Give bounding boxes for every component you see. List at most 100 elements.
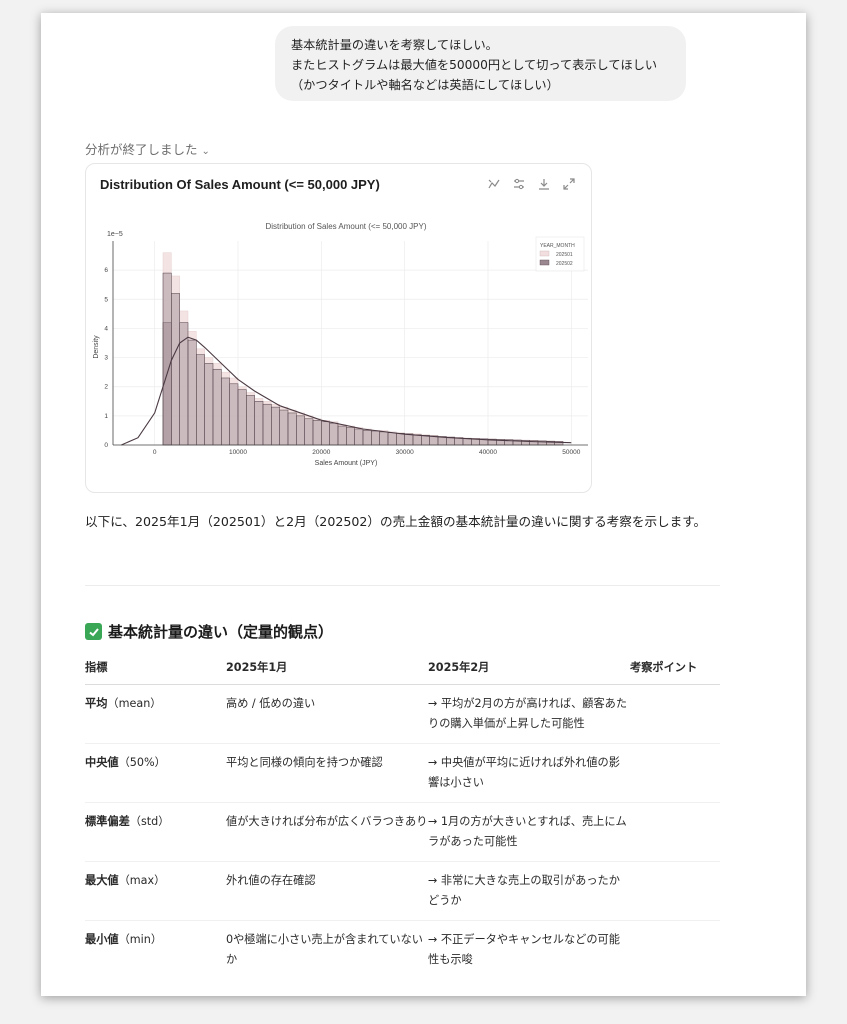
table-row: 平均（mean） 高め / 低めの違い → 平均が2月の方が高ければ、顧客あたり… <box>85 684 720 744</box>
metric-sub: （min） <box>118 933 163 946</box>
chart-legend: YEAR_MONTH 202501 202502 <box>535 236 585 272</box>
legend-title: YEAR_MONTH <box>540 243 575 249</box>
table-cell <box>630 921 720 980</box>
filter-icon[interactable] <box>511 176 527 192</box>
histogram-bar-202502 <box>262 403 272 446</box>
metric-name: 平均 <box>85 697 108 710</box>
table-row: 最小値（min） 0や極端に小さい売上が含まれていないか → 不正データやキャン… <box>85 921 720 980</box>
user-message-line: 基本統計量の違いを考察してほしい。 <box>291 38 498 52</box>
stats-table: 指標 2025年1月 2025年2月 考察ポイント 平均（mean） 高め / … <box>85 654 720 979</box>
table-cell-metric: 中央値（50%） <box>85 743 226 803</box>
chart-card-title: Distribution Of Sales Amount (<= 50,000 … <box>100 177 380 192</box>
y-tick-label: 1 <box>104 413 108 420</box>
histogram-bar-202502 <box>304 418 314 446</box>
table-cell-metric: 最小値（min） <box>85 921 226 980</box>
legend-swatch-202502 <box>539 259 550 266</box>
histogram-bar-202502 <box>337 425 347 446</box>
table-row: 標準偏差（std） 値が大きければ分布が広くバラつきあり → 1月の方が大きいと… <box>85 802 720 862</box>
metric-name: 中央値 <box>85 756 119 769</box>
section-title: 基本統計量の違い（定量的観点） <box>108 623 334 641</box>
y-axis-label: Density <box>93 335 100 359</box>
y-tick-label: 5 <box>104 296 108 303</box>
histogram-bar-202502 <box>279 409 289 446</box>
legend-entry: 202501 <box>556 252 573 258</box>
section-heading: 基本統計量の違い（定量的観点） <box>85 621 333 642</box>
histogram-bar-202502 <box>237 389 247 446</box>
download-icon[interactable] <box>536 176 552 192</box>
y-scale-label: 1e−5 <box>107 231 123 238</box>
histogram-bar-202502 <box>396 433 405 446</box>
table-cell <box>630 684 720 744</box>
table-header: 指標 <box>85 654 226 685</box>
x-tick-label: 0 <box>153 449 157 456</box>
user-message-bubble: 基本統計量の違いを考察してほしい。 またヒストグラムは最大値を50000円として… <box>275 26 686 101</box>
histogram-bar-202502 <box>196 354 205 446</box>
histogram-bar-202502 <box>221 377 230 446</box>
histogram-bar-202502 <box>271 406 280 446</box>
histogram-bar-202502 <box>204 363 214 446</box>
histogram-bar-202502 <box>354 428 364 446</box>
table-cell: → 不正データやキャンセルなどの可能性も示唆 <box>428 933 620 966</box>
chart-toolbar <box>486 176 577 192</box>
summary-paragraph: 以下に、2025年1月（202501）と2月（202502）の売上金額の基本統計… <box>85 514 707 529</box>
histogram-bar-202502 <box>329 422 339 446</box>
histogram-bar-202502 <box>212 368 222 446</box>
analysis-status-toggle[interactable]: 分析が終了しました ⌄ <box>85 139 210 158</box>
table-cell: 平均と同様の傾向を持つか確認 <box>226 743 428 803</box>
x-tick-label: 30000 <box>396 449 414 456</box>
histogram-bar-202502 <box>229 383 239 446</box>
histogram-bar-202502 <box>412 434 422 446</box>
table-cell: → 中央値が平均に近ければ外れ値の影響は小さい <box>428 743 630 803</box>
table-cell: → 平均が2月の方が高ければ、顧客あたりの購入単価が上昇した可能性 <box>428 684 630 744</box>
histogram-bar-202502 <box>179 322 189 446</box>
histogram-bar-202502 <box>379 431 389 446</box>
histogram-bar-202502 <box>287 412 297 446</box>
histogram-bar-202502 <box>246 395 255 446</box>
metric-sub: （max） <box>118 874 166 887</box>
metric-sub: （std） <box>129 815 170 828</box>
table-header: 考察ポイント <box>630 654 720 685</box>
histogram-bar-202502 <box>254 401 264 446</box>
x-tick-label: 10000 <box>229 449 247 456</box>
table-cell-metric: 最大値（max） <box>85 861 226 921</box>
chart-card: Distribution Of Sales Amount (<= 50,000 … <box>85 163 592 493</box>
expand-icon[interactable] <box>561 176 577 192</box>
histogram-bar-202502 <box>387 432 397 446</box>
histogram-bar-202502 <box>162 272 172 446</box>
table-cell <box>630 802 720 862</box>
y-tick-label: 3 <box>104 355 108 362</box>
histogram-bar-202502 <box>312 419 322 446</box>
table-row: 中央値（50%） 平均と同様の傾向を持つか確認 → 中央値が平均に近ければ外れ値… <box>85 743 720 803</box>
table-cell <box>630 743 720 803</box>
table-row: 最大値（max） 外れ値の存在確認 → 非常に大きな売上の取引があったかどうか <box>85 861 720 921</box>
histogram-bar-202502 <box>404 433 414 446</box>
histogram-bar-202502 <box>362 430 372 446</box>
analysis-status-label: 分析が終了しました <box>85 142 198 157</box>
x-axis-label: Sales Amount (JPY) <box>315 460 378 467</box>
chart-type-icon[interactable] <box>486 176 502 192</box>
section-divider <box>85 585 720 586</box>
table-cell <box>630 861 720 921</box>
table-header-row: 指標 2025年1月 2025年2月 考察ポイント <box>85 654 720 685</box>
metric-name: 最小値 <box>85 933 119 946</box>
table-cell: 0や極端に小さい売上が含まれていないか <box>226 933 423 966</box>
histogram-bar-202502 <box>346 427 355 446</box>
y-tick-label: 6 <box>104 267 108 274</box>
x-tick-label: 40000 <box>479 449 497 456</box>
histogram-bar-202502 <box>171 293 180 446</box>
histogram-bar-202502 <box>321 421 330 446</box>
y-tick-label: 2 <box>104 384 108 391</box>
table-cell-metric: 平均（mean） <box>85 684 226 744</box>
x-tick-label: 20000 <box>312 449 330 456</box>
table-cell: → 1月の方が大きいとすれば、売上にムラがあった可能性 <box>428 802 630 862</box>
metric-sub: （50%） <box>118 756 166 769</box>
histogram-bar-202502 <box>429 435 439 446</box>
table-cell: → 非常に大きな売上の取引があったかどうか <box>428 861 630 921</box>
table-cell: 高め / 低めの違い <box>226 684 428 744</box>
histogram-bar-202502 <box>371 430 380 446</box>
x-tick-label: 50000 <box>562 449 580 456</box>
histogram-chart: Distribution of Sales Amount (<= 50,000 … <box>93 222 588 467</box>
user-message-line: （かつタイトルや軸名などは英語にしてほしい） <box>291 78 559 92</box>
metric-name: 標準偏差 <box>85 815 130 828</box>
chevron-down-icon: ⌄ <box>201 146 210 157</box>
